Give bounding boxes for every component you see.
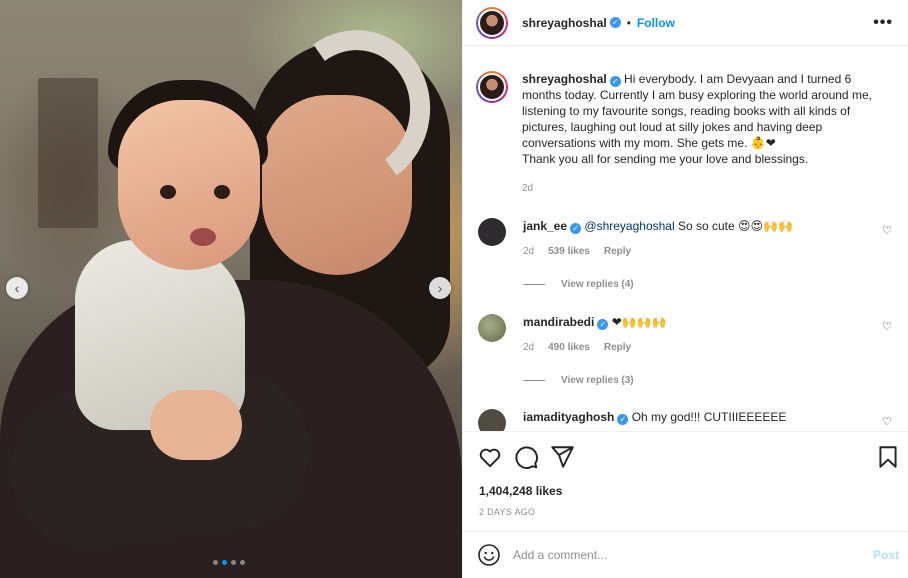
carousel-dot: [213, 560, 218, 565]
post-photo[interactable]: ‹ ›: [0, 0, 462, 578]
commenter-username[interactable]: jank_ee: [523, 219, 567, 233]
post-comment-button[interactable]: Post: [873, 548, 899, 562]
avatar[interactable]: [476, 71, 508, 103]
author-username[interactable]: shreyaghoshal: [522, 16, 607, 30]
comment-text: Oh my god!!! CUTIIIEEEEEE: [628, 410, 787, 424]
avatar[interactable]: [476, 6, 508, 39]
reply-button[interactable]: Reply: [604, 342, 631, 353]
carousel-dot: [231, 560, 236, 565]
carousel-next-button[interactable]: ›: [429, 277, 451, 299]
comment-like-heart-icon[interactable]: ♡: [882, 320, 892, 333]
verified-badge-icon: ✓: [617, 414, 629, 425]
comment-time[interactable]: 2d: [523, 246, 534, 257]
carousel-indicator: [213, 560, 245, 565]
post-timestamp[interactable]: 2 DAYS AGO: [479, 507, 535, 517]
comments-scroll-area[interactable]: shreyaghoshal ✓ Hi everybody. I am Devyaa…: [463, 47, 908, 431]
bookmark-icon[interactable]: [875, 444, 901, 470]
post-header: shreyaghoshal ✓ • Follow •••: [463, 0, 908, 46]
heart-icon[interactable]: [477, 444, 503, 470]
comment-like-heart-icon[interactable]: ♡: [882, 415, 892, 428]
verified-badge-icon: ✓: [570, 223, 582, 234]
caption-time: 2d: [522, 183, 534, 194]
comment-like-heart-icon[interactable]: ♡: [882, 224, 892, 237]
separator: •: [626, 15, 631, 30]
commenter-username[interactable]: iamadityaghosh: [523, 410, 614, 424]
commenter-avatar[interactable]: [478, 314, 506, 342]
instagram-post: ‹ › shreyaghoshal ✓ • Follow ••• shreyag…: [0, 0, 908, 578]
commenter-username[interactable]: mandirabedi: [523, 315, 594, 329]
carousel-dot-active: [222, 560, 227, 565]
verified-badge-icon: ✓: [597, 319, 609, 330]
caption-username[interactable]: shreyaghoshal: [522, 72, 607, 86]
verified-badge-icon: ✓: [609, 76, 621, 87]
comment-time[interactable]: 2d: [523, 342, 534, 353]
comment-item: iamadityaghosh ✓ Oh my god!!! CUTIIIEEEEE…: [476, 409, 896, 431]
post-details-panel: shreyaghoshal ✓ • Follow ••• shreyaghosh…: [462, 0, 908, 578]
chevron-right-icon: ›: [437, 280, 443, 296]
post-actions: 1,404,248 likes 2 DAYS AGO: [463, 431, 908, 531]
caption: shreyaghoshal ✓ Hi everybody. I am Devyaa…: [476, 71, 892, 194]
view-replies-button[interactable]: View replies (4): [523, 279, 634, 290]
comment-text: ❤🙌🙌🙌: [608, 315, 667, 329]
comment-item: jank_ee ✓ @shreyaghoshal So so cute 😍😍🙌🙌 …: [476, 218, 896, 257]
reply-button[interactable]: Reply: [604, 246, 631, 257]
emoji-icon[interactable]: [477, 543, 501, 567]
comment-icon[interactable]: [513, 444, 539, 470]
comment-item: mandirabedi ✓ ❤🙌🙌🙌 2d 490 likes Reply ♡: [476, 314, 896, 353]
add-comment-input[interactable]: [513, 548, 843, 562]
mention-link[interactable]: @shreyaghoshal: [584, 219, 674, 233]
caption-text: Hi everybody. I am Devyaan and I turned …: [522, 72, 872, 166]
comment-likes[interactable]: 539 likes: [548, 246, 590, 257]
verified-badge-icon: ✓: [609, 17, 621, 28]
chevron-left-icon: ‹: [14, 280, 20, 296]
share-icon[interactable]: [549, 444, 575, 470]
comment-likes[interactable]: 490 likes: [548, 342, 590, 353]
comment-text: So so cute 😍😍🙌🙌: [674, 219, 793, 233]
commenter-avatar[interactable]: [478, 409, 506, 431]
more-options-icon[interactable]: •••: [873, 14, 893, 32]
view-replies-label: View replies (4): [561, 279, 634, 290]
view-replies-button[interactable]: View replies (3): [523, 375, 634, 386]
commenter-avatar[interactable]: [478, 218, 506, 246]
comment-composer: Post: [463, 531, 908, 578]
likes-count[interactable]: 1,404,248 likes: [479, 484, 562, 498]
carousel-dot: [240, 560, 245, 565]
carousel-prev-button[interactable]: ‹: [6, 277, 28, 299]
view-replies-label: View replies (3): [561, 375, 634, 386]
follow-button[interactable]: Follow: [637, 16, 675, 30]
